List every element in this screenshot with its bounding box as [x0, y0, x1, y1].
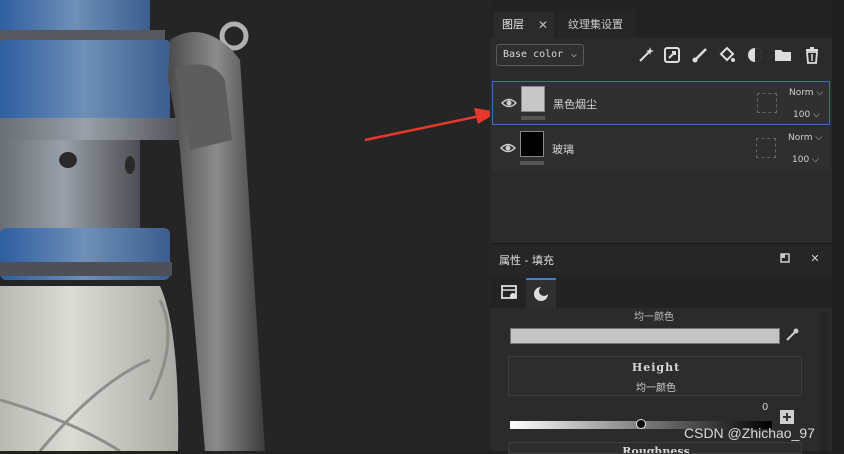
height-channel[interactable]: Height 均一颜色	[508, 356, 802, 396]
brush-icon[interactable]	[690, 46, 710, 66]
tab-texture-set-settings[interactable]: 纹理集设置	[558, 12, 636, 38]
roughness-title: Roughness	[622, 445, 690, 454]
layers-tab-bar: 图层 ✕ 纹理集设置	[490, 8, 832, 38]
base-color-swatch[interactable]	[510, 328, 780, 344]
roughness-channel[interactable]: Roughness	[508, 442, 802, 454]
eye-icon[interactable]	[500, 95, 518, 111]
eye-icon[interactable]	[499, 140, 517, 156]
layer-mask-slot[interactable]	[757, 93, 777, 113]
chevron-down-icon: ⌵	[570, 49, 577, 60]
blend-mode-select[interactable]: Norm ⌵	[789, 88, 823, 98]
properties-header: 属性 - 填充 ✕	[490, 243, 832, 274]
close-icon[interactable]: ✕	[808, 252, 822, 266]
eyedropper-icon[interactable]	[784, 327, 800, 343]
properties-tabs	[490, 274, 832, 308]
tab-fill-settings[interactable]	[494, 278, 524, 308]
maximize-icon[interactable]	[778, 252, 792, 266]
right-edge-strip	[832, 0, 844, 451]
slider-options-icon[interactable]	[780, 410, 794, 424]
opacity-value[interactable]: 100 ⌵	[793, 110, 820, 120]
layer-mask-bar	[521, 116, 545, 120]
layer-name[interactable]: 黑色烟尘	[553, 96, 597, 112]
height-title: Height	[631, 361, 681, 374]
3d-viewport[interactable]	[0, 0, 490, 451]
watermark: CSDN @Zhichao_97	[684, 425, 815, 441]
tab-texture-set-settings-label: 纹理集设置	[568, 18, 623, 31]
properties-scrollbar[interactable]	[820, 312, 828, 451]
trash-icon[interactable]	[802, 46, 822, 66]
channel-select-value: Base color	[503, 49, 564, 60]
add-fill-layer-icon[interactable]	[662, 46, 682, 66]
layers-panel: 图层 ✕ 纹理集设置 Base color ⌵ 黑色烟尘 Norm ⌵ 100 …	[490, 0, 832, 454]
height-slider-knob[interactable]	[636, 419, 646, 429]
tab-layers[interactable]: 图层 ✕	[494, 12, 554, 38]
layer-thumbnail	[520, 131, 544, 157]
layer-mask-bar	[520, 161, 544, 165]
panel-top-strip	[490, 0, 832, 8]
layers-toolbar: Base color ⌵	[490, 40, 832, 76]
height-mode: 均一颜色	[636, 383, 676, 394]
add-mask-icon[interactable]	[745, 46, 765, 66]
layer-mask-slot[interactable]	[756, 138, 776, 158]
tab-material[interactable]	[526, 278, 556, 308]
layer-row[interactable]: 玻璃 Norm ⌵ 100 ⌵	[492, 127, 830, 171]
channel-select[interactable]: Base color ⌵	[496, 44, 584, 66]
lantern-render	[0, 0, 490, 451]
height-value[interactable]: 0	[762, 402, 768, 413]
magic-wand-icon[interactable]	[636, 46, 656, 66]
paint-bucket-icon[interactable]	[717, 46, 737, 66]
tab-layers-label: 图层	[502, 18, 524, 31]
opacity-value[interactable]: 100 ⌵	[792, 155, 819, 165]
properties-title: 属性 - 填充	[499, 254, 554, 267]
layer-thumbnail	[521, 86, 545, 112]
base-color-mode-label: 均一颜色	[634, 312, 674, 323]
blend-mode-select[interactable]: Norm ⌵	[788, 133, 822, 143]
layer-row[interactable]: 黑色烟尘 Norm ⌵ 100 ⌵	[492, 81, 830, 125]
folder-icon[interactable]	[773, 46, 793, 66]
layer-name[interactable]: 玻璃	[552, 141, 574, 157]
close-icon[interactable]: ✕	[538, 12, 548, 38]
